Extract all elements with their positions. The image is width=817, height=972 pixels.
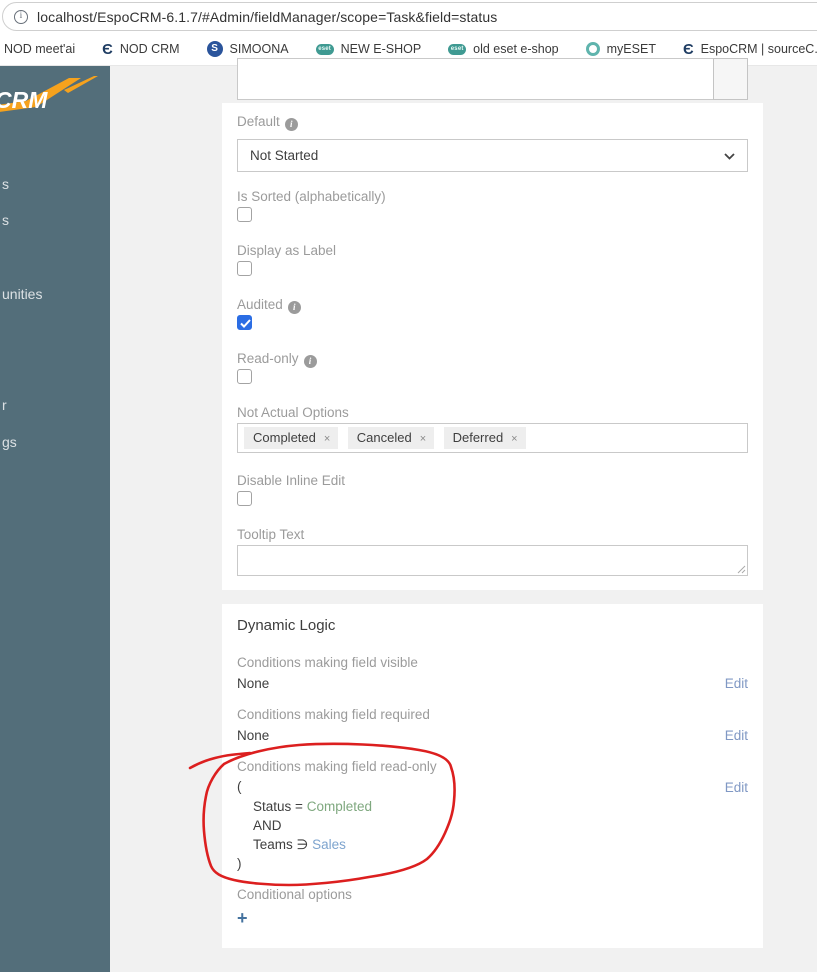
tag: Canceled ×	[347, 427, 435, 449]
bookmark-item[interactable]: Є NOD CRM	[102, 42, 179, 57]
address-bar[interactable]: i localhost/EspoCRM-6.1.7/#Admin/fieldMa…	[2, 2, 817, 31]
info-icon[interactable]: i	[284, 118, 298, 131]
conditions-visible-label: Conditions making field visible	[237, 655, 418, 670]
info-icon[interactable]: i	[287, 301, 301, 314]
svg-text:CRM: CRM	[0, 87, 48, 113]
tooltip-text-input[interactable]	[237, 545, 748, 576]
url-text: localhost/EspoCRM-6.1.7/#Admin/fieldMana…	[37, 8, 498, 25]
chevron-down-icon	[724, 153, 735, 160]
tooltip-text-label: Tooltip Text	[237, 527, 305, 542]
sidebar-nav: CRM s s unities r gs	[0, 66, 110, 972]
conditions-readonly-label: Conditions making field read-only	[237, 759, 437, 774]
add-conditional-options-button[interactable]: +	[237, 909, 248, 927]
bookmark-item[interactable]: NOD meet'ai	[4, 42, 75, 56]
condition-value-sales: Sales	[312, 837, 346, 852]
sidebar-item[interactable]: r	[2, 397, 7, 413]
eset-badge-icon: eset	[315, 43, 334, 55]
disable-inline-edit-label: Disable Inline Edit	[237, 473, 346, 488]
bookmark-item[interactable]: Є EspoCRM | sourceC...	[683, 42, 817, 57]
myeset-ring-icon	[585, 42, 600, 56]
bookmark-label: EspoCRM | sourceC...	[700, 42, 817, 56]
sidebar-item[interactable]: gs	[2, 434, 17, 450]
condition-value-completed: Completed	[306, 799, 372, 814]
bookmark-item[interactable]: eset NEW E-SHOP	[315, 42, 422, 56]
condition-line: Status = Completed	[253, 799, 372, 814]
espocrm-logo-icon: Є	[102, 40, 113, 58]
readonly-close-paren: )	[237, 856, 242, 871]
check-icon	[240, 319, 251, 328]
bookmark-label: SIMOONA	[229, 42, 289, 56]
is-sorted-label: Is Sorted (alphabetically)	[237, 189, 386, 204]
bookmark-item[interactable]: S SIMOONA	[206, 41, 289, 57]
bookmark-label: NEW E-SHOP	[340, 42, 422, 56]
is-sorted-checkbox[interactable]	[237, 207, 252, 222]
sidebar-item[interactable]: s	[2, 176, 9, 192]
remove-tag-icon[interactable]: ×	[420, 433, 426, 445]
browser-url-bar: i localhost/EspoCRM-6.1.7/#Admin/fieldMa…	[0, 0, 817, 33]
bookmark-label: myESET	[606, 42, 656, 56]
tag: Completed ×	[244, 427, 339, 449]
conditional-options-label: Conditional options	[237, 887, 352, 902]
conditions-required-label: Conditions making field required	[237, 707, 430, 722]
espocrm-logo: CRM	[0, 76, 98, 113]
edit-visible-conditions-link[interactable]: Edit	[688, 676, 748, 691]
readonly-open-paren: (	[237, 779, 242, 794]
eset-badge-icon: eset	[448, 43, 467, 55]
remove-tag-icon[interactable]: ×	[324, 433, 330, 445]
read-only-checkbox[interactable]	[237, 369, 252, 384]
condition-line: Teams ∋ Sales	[253, 837, 346, 852]
bookmark-item[interactable]: myESET	[585, 42, 656, 56]
remove-tag-icon[interactable]: ×	[511, 433, 517, 445]
condition-conjunction: AND	[253, 818, 282, 833]
read-only-label: Read-only i	[237, 351, 317, 368]
resize-handle-icon[interactable]	[736, 564, 746, 574]
info-icon[interactable]: i	[303, 355, 317, 368]
disable-inline-edit-checkbox[interactable]	[237, 491, 252, 506]
edit-readonly-conditions-link[interactable]: Edit	[688, 780, 748, 795]
not-actual-options-input[interactable]: Completed × Canceled × Deferred ×	[237, 423, 748, 453]
simoona-icon: S	[206, 41, 223, 57]
bookmark-item[interactable]: eset old eset e-shop	[448, 42, 559, 56]
espocrm-logo-icon: Є	[682, 40, 694, 58]
bookmark-label: old eset e-shop	[473, 42, 559, 56]
audited-checkbox[interactable]	[237, 315, 252, 330]
page-background: CRM s s unities r gs Default i Not Starte…	[0, 58, 817, 972]
default-select-value: Not Started	[250, 148, 319, 163]
dynamic-logic-title: Dynamic Logic	[237, 617, 336, 634]
conditions-required-value: None	[237, 728, 270, 743]
option-item-input[interactable]	[237, 58, 714, 100]
page-info-icon[interactable]: i	[14, 9, 28, 24]
not-actual-options-label: Not Actual Options	[237, 405, 349, 420]
audited-label: Audited i	[237, 297, 301, 314]
display-as-label-checkbox[interactable]	[237, 261, 252, 276]
edit-required-conditions-link[interactable]: Edit	[688, 728, 748, 743]
sidebar-item[interactable]: s	[2, 212, 9, 228]
bookmark-label: NOD CRM	[119, 42, 180, 56]
option-remove-button[interactable]	[713, 58, 748, 100]
default-select[interactable]: Not Started	[237, 139, 748, 172]
field-settings-panel	[222, 103, 763, 590]
display-as-label-label: Display as Label	[237, 243, 337, 258]
tag: Deferred ×	[443, 427, 526, 449]
default-label: Default i	[237, 114, 298, 131]
conditions-visible-value: None	[237, 676, 270, 691]
bookmark-label: NOD meet'ai	[4, 42, 76, 56]
sidebar-item[interactable]: unities	[2, 286, 42, 302]
